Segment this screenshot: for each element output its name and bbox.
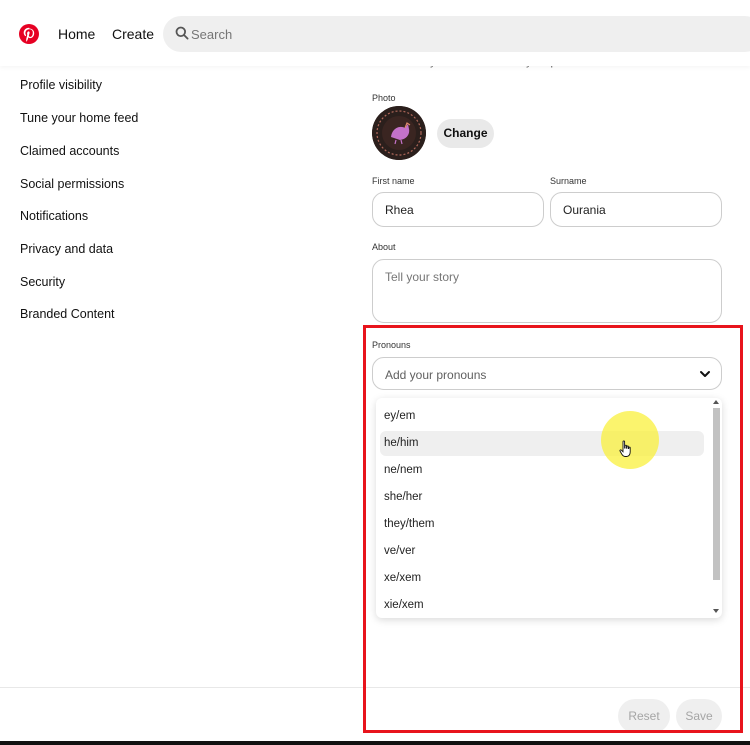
surname-field[interactable]: Ourania — [550, 192, 722, 227]
sidebar-item-branded-content[interactable]: Branded Content — [20, 307, 115, 321]
reset-button[interactable]: Reset — [618, 699, 670, 733]
first-name-label: First name — [372, 176, 415, 186]
home-nav-button[interactable]: Home — [58, 26, 95, 42]
create-nav-button[interactable]: Create — [112, 26, 154, 42]
scrollbar-thumb[interactable] — [713, 408, 720, 580]
sidebar-item-profile-visibility[interactable]: Profile visibility — [20, 78, 102, 92]
surname-label: Surname — [550, 176, 587, 186]
pronoun-option[interactable]: they/them — [380, 512, 704, 537]
dropdown-scrollbar[interactable] — [712, 398, 720, 618]
search-input[interactable] — [191, 16, 691, 52]
sidebar-item-security[interactable]: Security — [20, 275, 65, 289]
pronoun-option[interactable]: ve/ver — [380, 539, 704, 564]
scroll-down-arrow-icon[interactable] — [713, 609, 719, 613]
sidebar-item-privacy-data[interactable]: Privacy and data — [20, 242, 113, 256]
search-icon — [175, 26, 189, 40]
hand-cursor-icon — [619, 440, 631, 457]
about-label: About — [372, 242, 396, 252]
sidebar-item-claimed-accounts[interactable]: Claimed accounts — [20, 144, 119, 158]
pronouns-placeholder: Add your pronouns — [385, 368, 487, 382]
about-textarea[interactable]: Tell your story — [372, 259, 722, 323]
pronoun-option[interactable]: ne/nem — [380, 458, 704, 483]
sidebar-item-social-permissions[interactable]: Social permissions — [20, 177, 124, 191]
pinterest-logo-icon[interactable] — [19, 24, 39, 44]
avatar — [372, 106, 426, 160]
pronoun-option[interactable]: xie/xem — [380, 593, 704, 618]
pronouns-dropdown: ey/em he/him ne/nem she/her they/them ve… — [376, 398, 722, 618]
pronoun-option[interactable]: xe/xem — [380, 566, 704, 591]
change-photo-button[interactable]: Change — [437, 119, 494, 148]
photo-label: Photo — [372, 93, 396, 103]
sidebar-item-notifications[interactable]: Notifications — [20, 209, 88, 223]
top-bar: Home Create — [0, 0, 750, 66]
pronouns-select[interactable]: Add your pronouns — [372, 357, 722, 390]
pronouns-label: Pronouns — [372, 340, 411, 350]
sidebar-item-tune-home-feed[interactable]: Tune your home feed — [20, 111, 138, 125]
first-name-field[interactable]: Rhea — [372, 192, 544, 227]
screen-bottom-edge — [0, 741, 750, 745]
footer-divider — [0, 687, 750, 688]
save-button[interactable]: Save — [676, 699, 722, 733]
pronoun-option[interactable]: she/her — [380, 485, 704, 510]
scroll-up-arrow-icon[interactable] — [713, 400, 719, 404]
chevron-down-icon — [700, 371, 710, 377]
search-bar[interactable] — [163, 16, 750, 52]
